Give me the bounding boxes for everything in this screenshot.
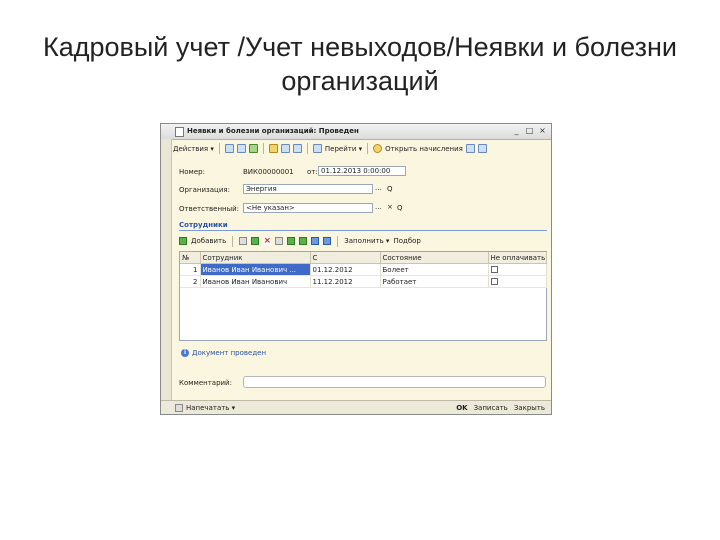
fill-menu[interactable]: Заполнить ▾: [344, 237, 389, 245]
bottom-bar: Напечатать ▾ OK Записать Закрыть: [161, 400, 551, 414]
ok-button[interactable]: OK: [456, 404, 467, 412]
organization-search-icon[interactable]: Q: [387, 185, 393, 193]
end-edit-icon[interactable]: [275, 237, 284, 245]
post-close-icon[interactable]: [248, 144, 258, 153]
column-header-number[interactable]: №: [180, 252, 201, 264]
column-header-from[interactable]: С: [310, 252, 381, 264]
sort-desc-icon[interactable]: [323, 237, 332, 245]
add-row-button[interactable]: Добавить: [191, 237, 226, 245]
delete-row-icon[interactable]: ×: [263, 237, 272, 246]
organization-field[interactable]: Энергия: [243, 184, 373, 194]
print-area: Напечатать ▾: [175, 404, 235, 412]
column-header-unpaid[interactable]: Не оплачивать: [488, 252, 547, 264]
toolbar-separator: [232, 235, 234, 247]
toolbar-separator: [262, 143, 264, 154]
document-window: Неявки и болезни организаций: Проведен _…: [160, 123, 552, 415]
post-icon[interactable]: [236, 144, 246, 153]
date-value: 01.12.2013 0:00:00: [321, 167, 391, 175]
organization-select-button[interactable]: ...: [375, 184, 382, 192]
column-header-state[interactable]: Состояние: [380, 252, 489, 264]
settings-icon[interactable]: [477, 144, 487, 153]
responsible-value: <Не указан>: [246, 204, 295, 212]
comment-label: Комментарий:: [179, 379, 232, 387]
edit-row-icon[interactable]: [251, 237, 260, 245]
responsible-select-button[interactable]: ...: [375, 203, 382, 211]
employees-toolbar: Добавить × Заполнить ▾ Подбор: [179, 235, 547, 247]
responsible-field[interactable]: <Не указан>: [243, 203, 373, 213]
employees-section-title: Сотрудники: [179, 221, 228, 229]
slide-title-line2: организаций: [281, 66, 439, 96]
document-status: i Документ проведен: [181, 349, 266, 357]
print-menu[interactable]: Напечатать ▾: [186, 404, 235, 412]
row-unpaid[interactable]: [488, 275, 547, 288]
status-text[interactable]: Документ проведен: [192, 349, 266, 357]
sort-asc-icon[interactable]: [311, 237, 320, 245]
save-close-icon[interactable]: [224, 144, 234, 153]
responsible-search-icon[interactable]: Q: [397, 204, 403, 212]
copy-row-icon[interactable]: [239, 237, 248, 245]
toolbar-separator: [367, 143, 369, 154]
row-number: 1: [180, 263, 201, 276]
pick-button[interactable]: Подбор: [393, 237, 420, 245]
row-state[interactable]: Болеет: [380, 263, 489, 276]
close-button[interactable]: Закрыть: [514, 404, 545, 412]
close-window-button[interactable]: ×: [538, 126, 547, 135]
row-employee[interactable]: Иванов Иван Иванович: [200, 275, 311, 288]
structure-icon[interactable]: [268, 144, 278, 153]
toolbar-separator: [306, 143, 308, 154]
help-icon[interactable]: [373, 144, 383, 153]
save-button[interactable]: Записать: [474, 404, 508, 412]
slide-title-line1: Кадровый учет /Учет невыходов/Неявки и б…: [43, 32, 677, 62]
movement-icon[interactable]: [292, 144, 302, 153]
row-employee[interactable]: Иванов Иван Иванович ...: [200, 263, 311, 276]
move-up-icon[interactable]: [287, 237, 296, 245]
responsible-label: Ответственный:: [179, 205, 240, 213]
window-controls: _ □ ×: [512, 126, 547, 135]
responsible-clear-icon[interactable]: ×: [387, 203, 393, 211]
goto-menu[interactable]: Перейти ▾: [325, 145, 362, 153]
table-header-row: № Сотрудник С Состояние Не оплачивать: [180, 252, 547, 264]
minimize-button[interactable]: _: [512, 126, 521, 135]
document-icon: [175, 127, 184, 137]
row-number: 2: [180, 275, 201, 288]
add-row-icon[interactable]: [179, 237, 187, 245]
window-title-bar: Неявки и болезни организаций: Проведен _…: [161, 124, 551, 140]
section-divider: [179, 230, 547, 231]
column-header-employee[interactable]: Сотрудник: [200, 252, 311, 264]
bottom-buttons: OK Записать Закрыть: [456, 404, 545, 412]
move-down-icon[interactable]: [299, 237, 308, 245]
actions-menu[interactable]: Действия ▾: [173, 145, 214, 153]
open-charges-button[interactable]: Открыть начисления: [385, 145, 463, 153]
organization-label: Организация:: [179, 186, 230, 194]
go-icon[interactable]: [312, 144, 322, 153]
list-icon[interactable]: [465, 144, 475, 153]
organization-value: Энергия: [246, 185, 277, 193]
print-icon[interactable]: [175, 404, 183, 412]
table-row[interactable]: 1 Иванов Иван Иванович ... 01.12.2012 Бо…: [180, 263, 547, 276]
left-panel-strip: [161, 139, 172, 414]
row-unpaid[interactable]: [488, 263, 547, 276]
main-toolbar: Действия ▾ Перейти ▾ Открыть начисления: [173, 141, 549, 156]
date-label: от:: [307, 168, 318, 176]
row-date[interactable]: 01.12.2012: [310, 263, 381, 276]
date-field[interactable]: 01.12.2013 0:00:00: [318, 166, 406, 176]
slide-title: Кадровый учет /Учет невыходов/Неявки и б…: [0, 30, 720, 98]
info-icon: i: [181, 349, 189, 357]
number-value: ВИК00000001: [243, 168, 294, 176]
row-state[interactable]: Работает: [380, 275, 489, 288]
window-title: Неявки и болезни организаций: Проведен: [187, 127, 359, 135]
number-label: Номер:: [179, 168, 205, 176]
maximize-button[interactable]: □: [525, 126, 534, 135]
unpaid-checkbox[interactable]: [490, 266, 498, 273]
table-row[interactable]: 2 Иванов Иван Иванович 11.12.2012 Работа…: [180, 275, 547, 288]
copy-icon[interactable]: [280, 144, 290, 153]
unpaid-checkbox[interactable]: [490, 278, 498, 285]
employees-table: № Сотрудник С Состояние Не оплачивать 1 …: [179, 251, 547, 341]
comment-field[interactable]: [243, 376, 546, 388]
toolbar-separator: [218, 143, 220, 154]
toolbar-separator: [337, 235, 339, 247]
row-date[interactable]: 11.12.2012: [310, 275, 381, 288]
